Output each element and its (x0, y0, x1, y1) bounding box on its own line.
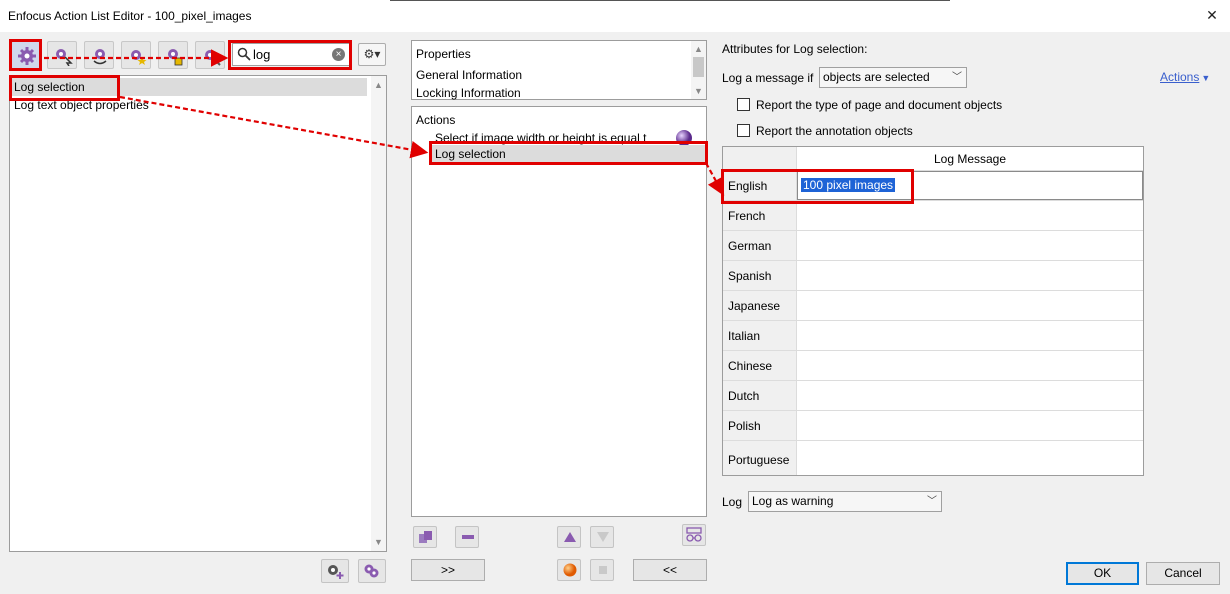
annotation-arrows (44, 49, 725, 196)
arrow-list-to-actions (119, 95, 429, 159)
arrow-actions-to-message (705, 162, 725, 196)
